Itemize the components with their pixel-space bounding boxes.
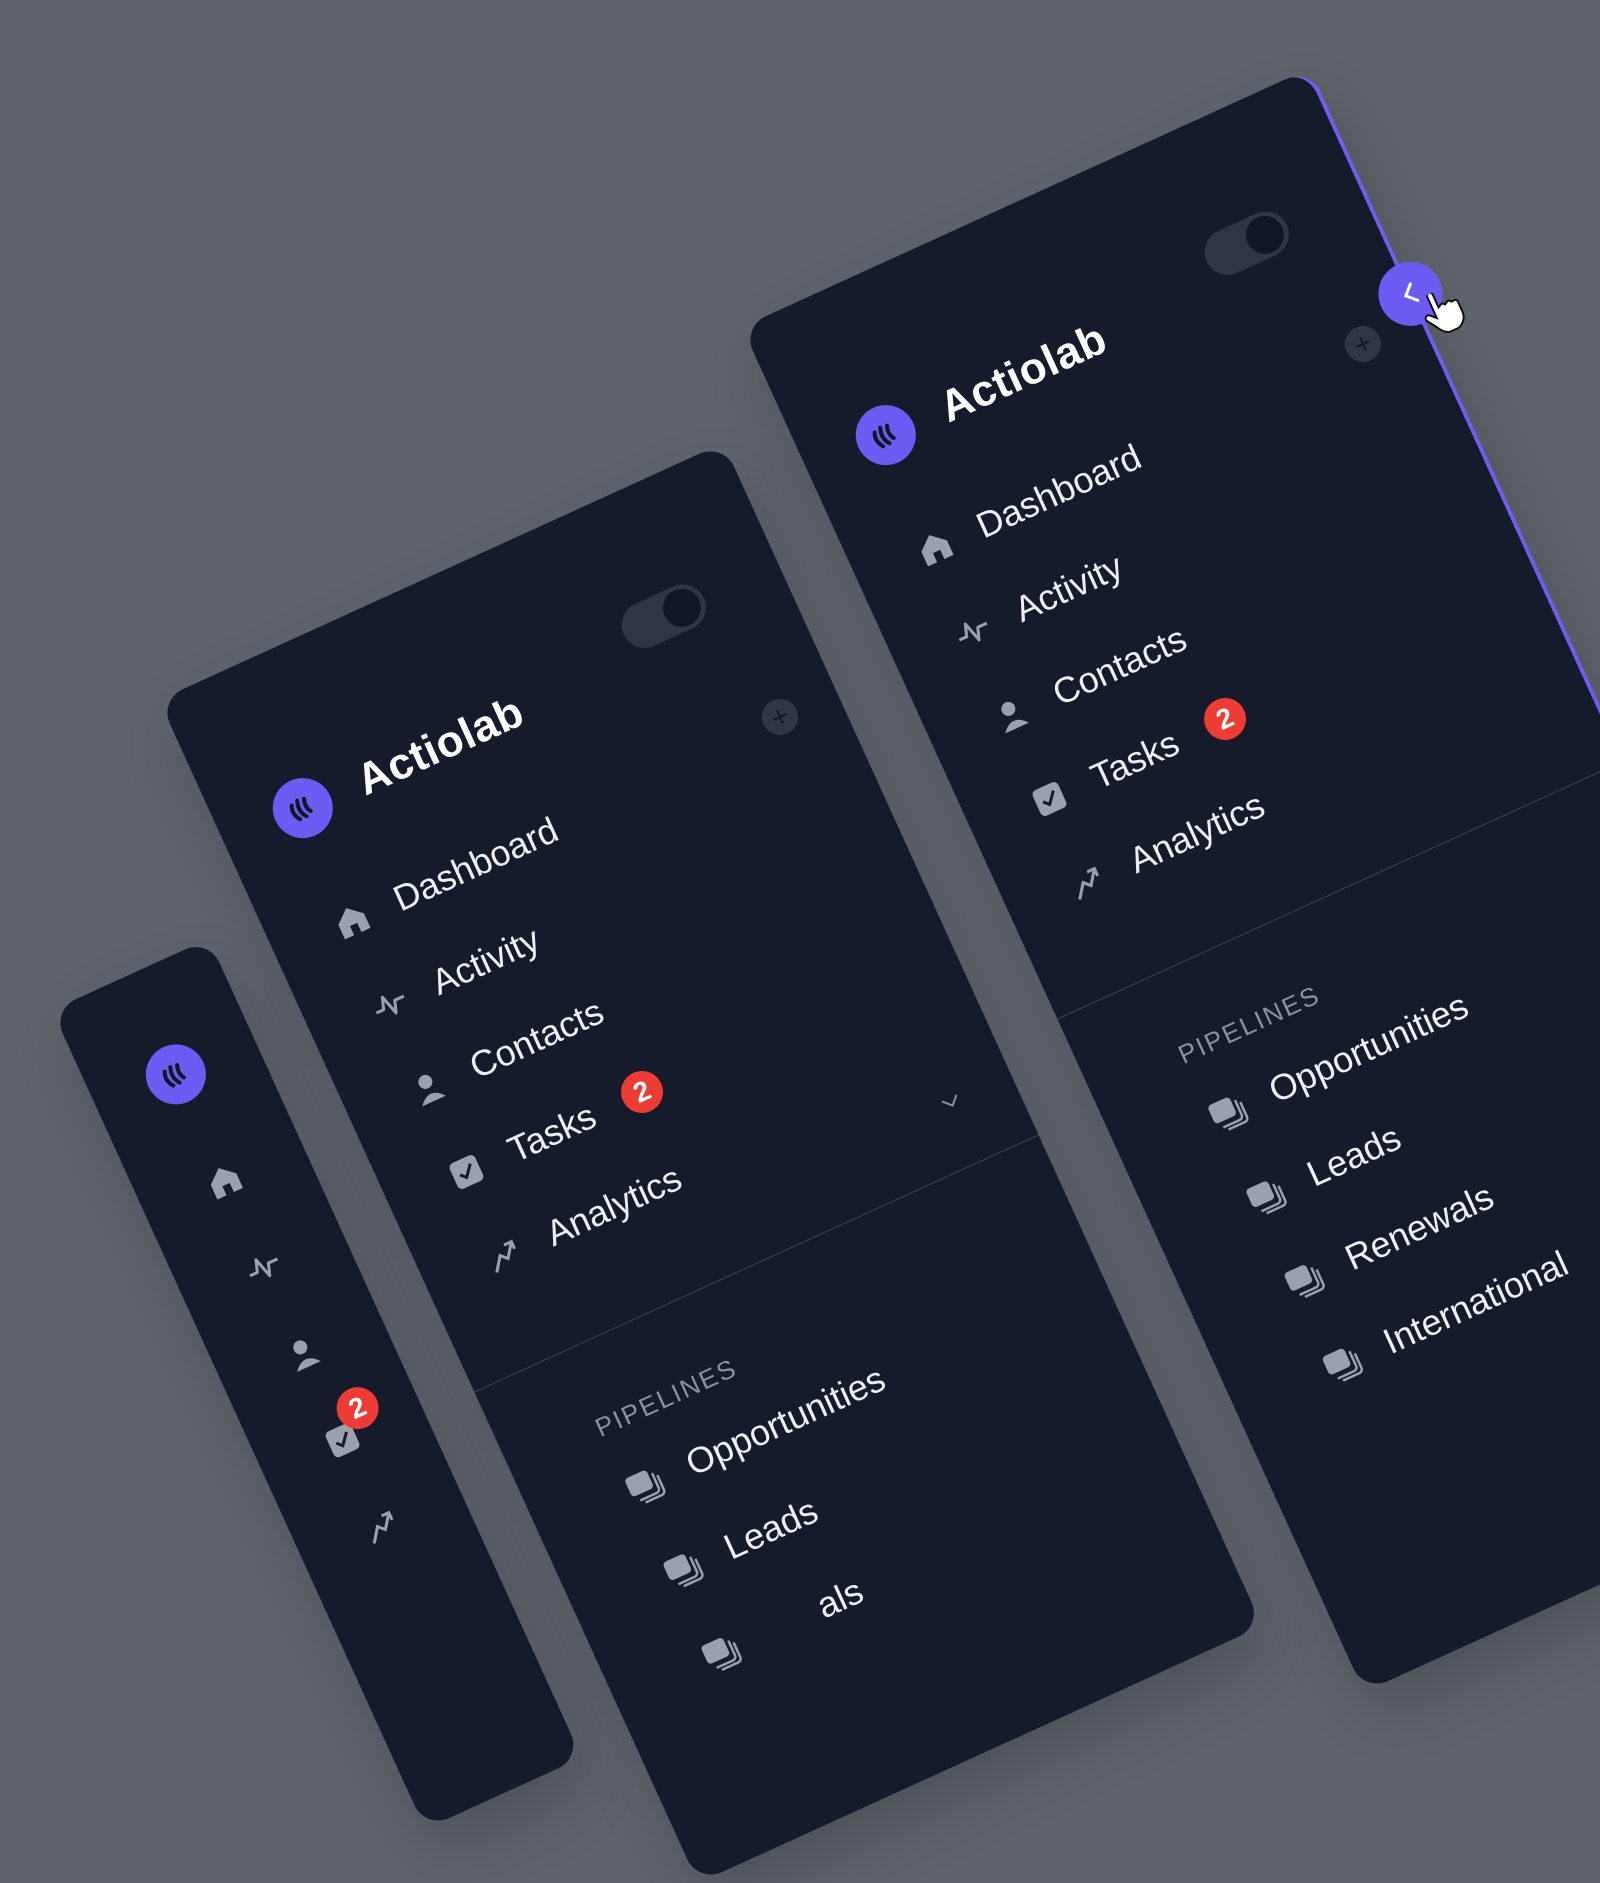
user-icon[interactable] <box>274 1325 332 1383</box>
stack-icon <box>618 1459 671 1512</box>
pipeline-item-label: als <box>810 1569 870 1627</box>
pipeline-item-label: Renewals <box>1338 1175 1500 1279</box>
sidebar-item-label: Activity <box>1008 545 1129 630</box>
toggle-knob <box>656 582 708 634</box>
tasks-badge: 2 <box>614 1064 670 1120</box>
home-icon[interactable] <box>195 1152 253 1210</box>
sidebar-item-label: Activity <box>425 918 546 1003</box>
user-icon <box>985 689 1038 742</box>
logo-mark-icon <box>162 1063 186 1088</box>
sidebar-item-analytics[interactable]: Analytics <box>478 1157 688 1283</box>
add-button[interactable] <box>1339 320 1387 368</box>
add-button[interactable] <box>756 693 804 741</box>
sidebar-item-label: Contacts <box>463 990 610 1087</box>
sidebar-item-label: Tasks <box>501 1094 603 1171</box>
logo-mark-icon <box>872 423 896 449</box>
pipeline-item-label: International <box>1376 1242 1575 1362</box>
sidebar-item-activity[interactable]: Activity <box>946 545 1129 659</box>
checkbox-icon <box>1023 773 1076 826</box>
sidebar-item-label: Analytics <box>539 1156 688 1255</box>
checkbox-icon <box>440 1146 493 1199</box>
brand-name: Actiolab <box>932 313 1115 433</box>
logo-mark-icon <box>289 796 313 822</box>
home-icon <box>325 894 378 947</box>
brand-logo[interactable] <box>846 395 926 475</box>
theme-toggle[interactable] <box>614 576 714 656</box>
trend-arrow-icon[interactable] <box>353 1498 411 1556</box>
home-icon <box>908 521 961 574</box>
section-divider <box>1057 761 1600 1020</box>
sidebar-item-label: Analytics <box>1122 783 1271 882</box>
user-icon <box>402 1062 455 1115</box>
activity-pulse-icon <box>947 605 1000 658</box>
brand-logo[interactable] <box>136 1034 216 1115</box>
theme-toggle[interactable] <box>1197 203 1297 283</box>
section-divider <box>474 1134 1039 1393</box>
pipeline-item-label: Leads <box>1300 1116 1407 1195</box>
brand-logo[interactable] <box>263 768 343 848</box>
sidebar-item-label: Contacts <box>1046 617 1193 714</box>
trend-arrow-icon <box>478 1229 531 1282</box>
pipeline-item-label: Leads <box>717 1489 824 1568</box>
sidebar-item-label: Dashboard <box>386 808 565 920</box>
sidebar-item-analytics[interactable]: Analytics <box>1061 784 1271 910</box>
pipeline-item-opportunities[interactable]: Opportunities <box>618 1358 892 1513</box>
activity-pulse-icon <box>364 978 417 1031</box>
sidebar-item-label: Dashboard <box>969 435 1148 547</box>
stack-icon <box>656 1543 709 1596</box>
activity-pulse-icon[interactable] <box>235 1238 293 1296</box>
chevron-down-icon[interactable] <box>932 1083 969 1120</box>
pipeline-item-leads[interactable]: Leads <box>656 1489 825 1596</box>
plus-icon <box>1356 337 1370 351</box>
plus-icon <box>773 710 787 724</box>
brand-name: Actiolab <box>349 686 532 806</box>
trend-arrow-icon <box>1061 856 1114 909</box>
stack-icon <box>1239 1170 1292 1223</box>
stack-icon <box>1315 1337 1368 1390</box>
pipeline-item-renewals[interactable]: als <box>694 1570 870 1680</box>
stack-icon <box>1277 1253 1330 1306</box>
stack-icon <box>694 1626 747 1679</box>
tasks-badge: 2 <box>1197 691 1253 747</box>
stack-icon <box>1201 1086 1254 1139</box>
sidebar-item-label: Tasks <box>1084 721 1186 798</box>
toggle-knob <box>1239 209 1291 261</box>
pipeline-item-leads[interactable]: Leads <box>1239 1116 1408 1223</box>
sidebar-item-activity[interactable]: Activity <box>363 918 546 1032</box>
pipeline-item-opportunities[interactable]: Opportunities <box>1201 985 1475 1140</box>
